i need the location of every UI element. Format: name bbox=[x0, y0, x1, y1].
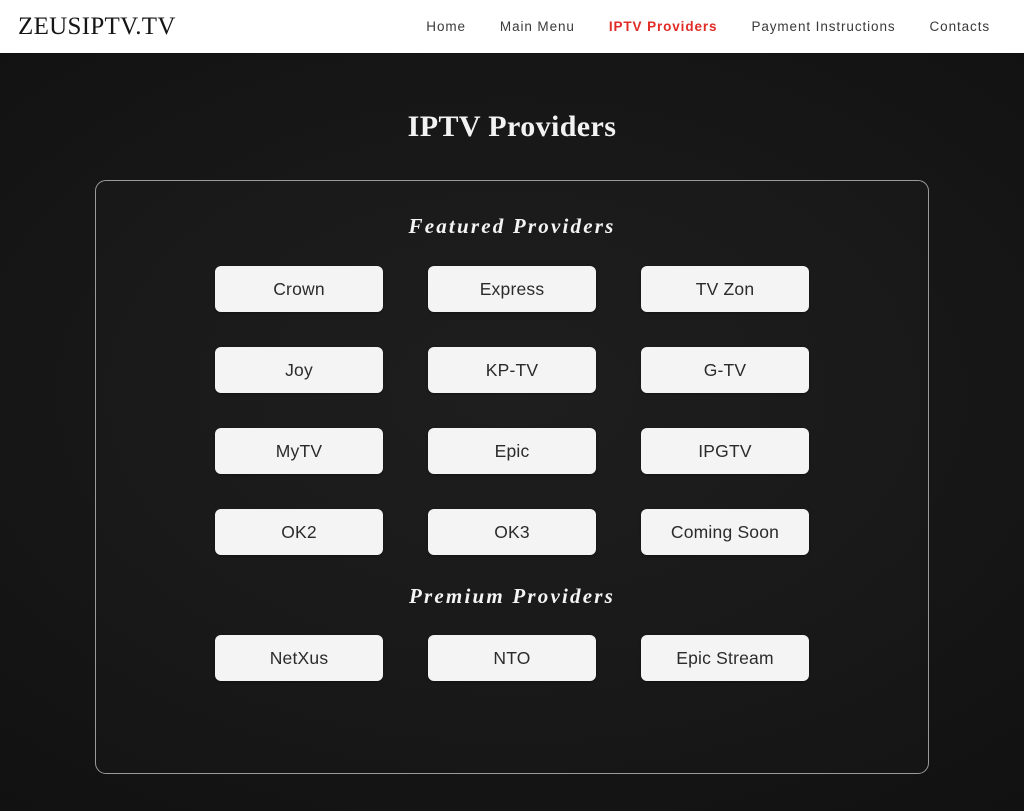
provider-button-joy[interactable]: Joy bbox=[215, 347, 383, 393]
provider-button-tv-zon[interactable]: TV Zon bbox=[641, 266, 809, 312]
section-heading-featured: Featured Providers bbox=[408, 214, 616, 238]
section-heading-premium: Premium Providers bbox=[409, 584, 615, 608]
main-navigation: Home Main Menu IPTV Providers Payment In… bbox=[426, 19, 998, 34]
provider-button-kp-tv[interactable]: KP-TV bbox=[428, 347, 596, 393]
provider-button-g-tv[interactable]: G-TV bbox=[641, 347, 809, 393]
premium-providers-grid: NetXus NTO Epic Stream bbox=[96, 635, 928, 681]
provider-button-ok3[interactable]: OK3 bbox=[428, 509, 596, 555]
provider-button-epic-stream[interactable]: Epic Stream bbox=[641, 635, 809, 681]
provider-button-coming-soon[interactable]: Coming Soon bbox=[641, 509, 809, 555]
provider-button-nto[interactable]: NTO bbox=[428, 635, 596, 681]
provider-button-ok2[interactable]: OK2 bbox=[215, 509, 383, 555]
page-title: IPTV Providers bbox=[407, 110, 617, 143]
provider-button-crown[interactable]: Crown bbox=[215, 266, 383, 312]
site-header: ZEUSIPTV.TV Home Main Menu IPTV Provider… bbox=[0, 0, 1024, 53]
provider-button-netxus[interactable]: NetXus bbox=[215, 635, 383, 681]
nav-link-contacts[interactable]: Contacts bbox=[930, 19, 990, 34]
provider-button-ipgtv[interactable]: IPGTV bbox=[641, 428, 809, 474]
nav-link-main-menu[interactable]: Main Menu bbox=[500, 19, 575, 34]
provider-button-mytv[interactable]: MyTV bbox=[215, 428, 383, 474]
nav-link-home[interactable]: Home bbox=[426, 19, 466, 34]
site-logo[interactable]: ZEUSIPTV.TV bbox=[18, 13, 176, 41]
featured-providers-grid: Crown Express TV Zon Joy KP-TV G-TV MyTV… bbox=[96, 266, 928, 555]
providers-panel: Featured Providers Crown Express TV Zon … bbox=[95, 180, 929, 774]
nav-link-iptv-providers[interactable]: IPTV Providers bbox=[609, 19, 718, 34]
provider-button-epic[interactable]: Epic bbox=[428, 428, 596, 474]
provider-button-express[interactable]: Express bbox=[428, 266, 596, 312]
nav-link-payment-instructions[interactable]: Payment Instructions bbox=[751, 19, 895, 34]
main-content: IPTV Providers Featured Providers Crown … bbox=[0, 53, 1024, 811]
